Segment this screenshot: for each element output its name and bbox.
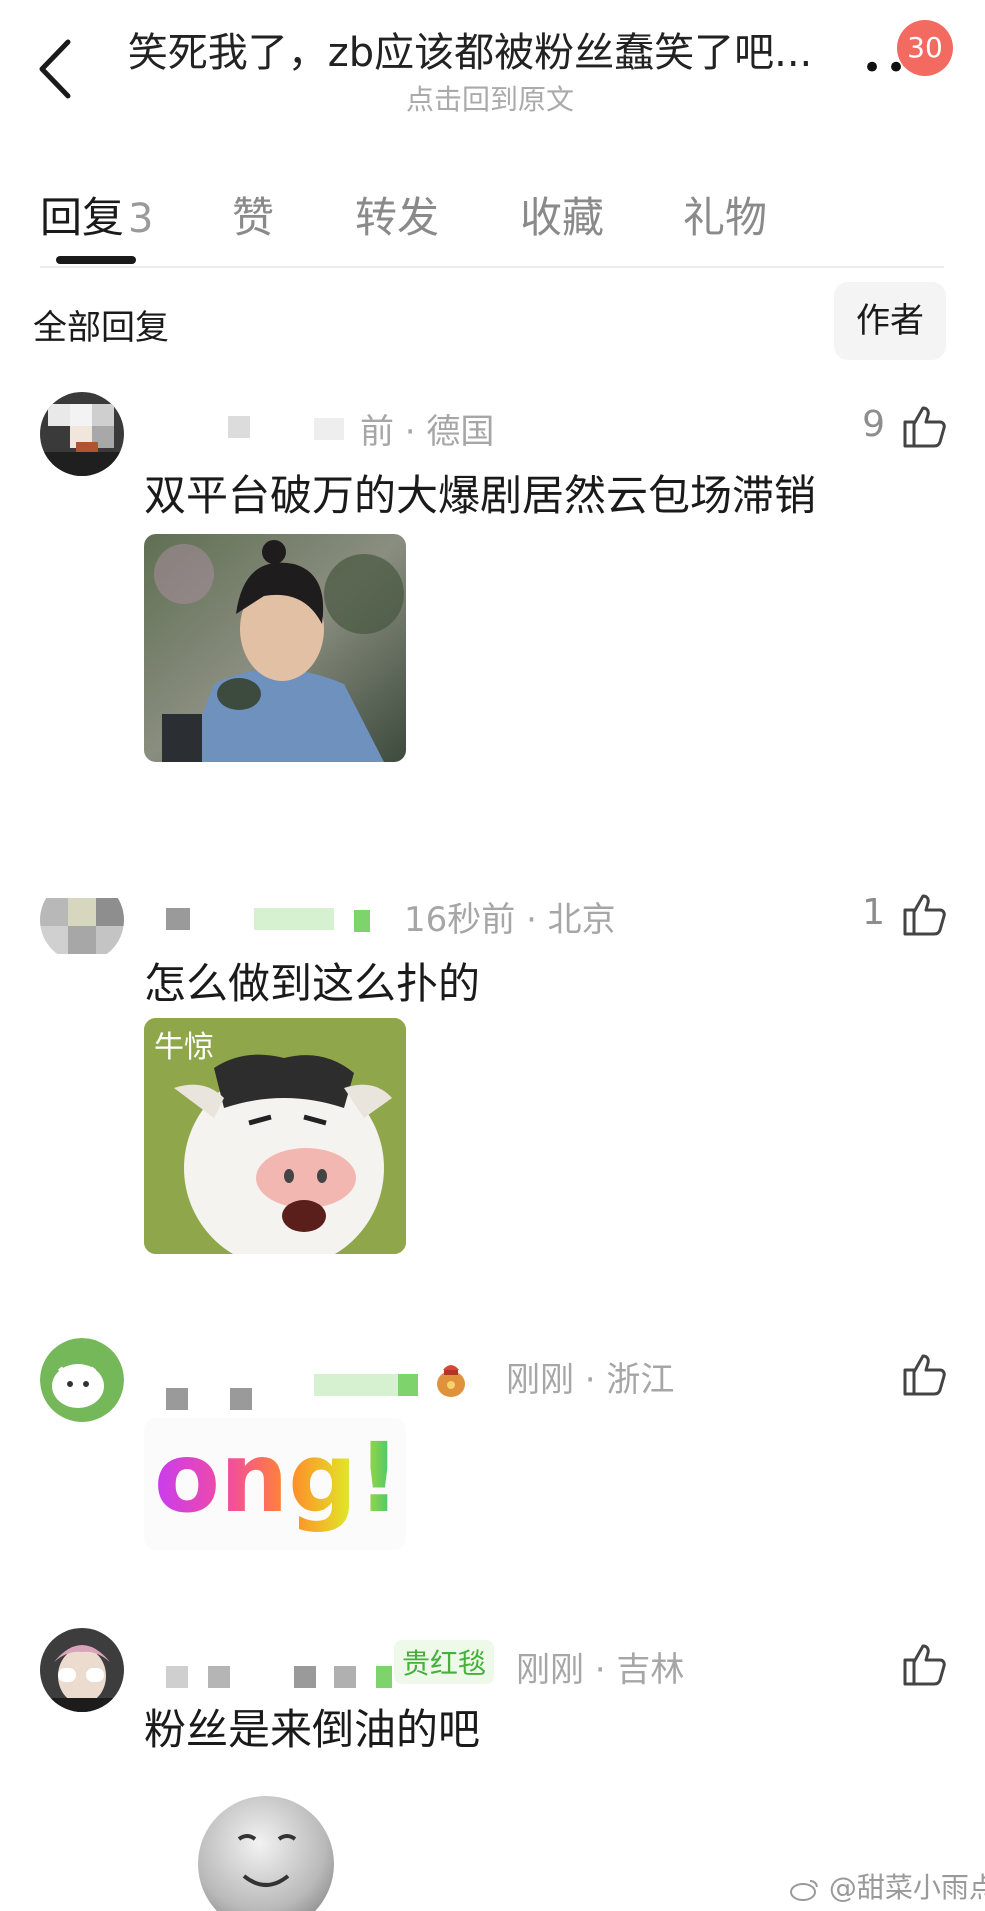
tab-replies-label: 回复 <box>40 193 125 242</box>
tab-favorites[interactable]: 收藏 <box>520 184 604 245</box>
avatar[interactable] <box>40 1338 124 1422</box>
redacted-username <box>314 418 344 440</box>
notification-badge[interactable]: 30 <box>897 20 953 76</box>
redacted-username <box>334 1666 356 1688</box>
tab-likes[interactable]: 赞 <box>232 184 274 245</box>
comment-meta: 刚刚 · 浙江 <box>506 1360 675 1400</box>
comment-text: 怎么做到这么扑的 <box>144 959 481 1008</box>
watermark-text: @甜菜小雨点 <box>828 1871 985 1904</box>
username-line[interactable] <box>144 892 404 936</box>
redacted-username <box>166 1388 188 1410</box>
top-bar: 笑死我了，zb应该都被粉丝蠢笑了吧... 点击回到原文 •• 30 <box>0 0 985 120</box>
weibo-logo-icon <box>790 1880 818 1901</box>
avatar[interactable] <box>40 392 124 476</box>
like-count: 1 <box>862 892 885 933</box>
gift-bag-icon <box>437 1365 465 1397</box>
tab-replies[interactable]: 回复 3 <box>40 184 153 245</box>
divider <box>40 266 944 268</box>
member-badge-icon <box>354 910 370 932</box>
thumbs-up-icon[interactable] <box>901 1640 949 1688</box>
tab-reposts[interactable]: 转发 <box>355 184 439 245</box>
thumbs-up-icon[interactable] <box>901 1350 949 1398</box>
like-count: 9 <box>862 404 885 445</box>
all-replies-label[interactable]: 全部回复 <box>33 300 169 349</box>
back-to-original-link[interactable]: 点击回到原文 <box>110 78 870 118</box>
thumbs-up-icon[interactable] <box>901 890 949 938</box>
redacted-username <box>166 908 190 930</box>
comment-image[interactable] <box>144 534 406 762</box>
back-arrow-icon[interactable] <box>32 34 82 104</box>
tab-gifts[interactable]: 礼物 <box>683 184 767 245</box>
thumbs-up-icon[interactable] <box>901 402 949 450</box>
image-sticker-text: ong! <box>154 1422 401 1534</box>
redacted-username <box>230 1388 252 1410</box>
redacted-username <box>208 1666 230 1688</box>
redacted-username <box>166 1666 188 1688</box>
author-filter-button[interactable]: 作者 <box>834 282 946 360</box>
post-title[interactable]: 笑死我了，zb应该都被粉丝蠢笑了吧... <box>110 20 830 78</box>
redacted-username <box>254 908 334 930</box>
comment-text: 双平台破万的大爆剧居然云包场滞销 <box>144 471 817 520</box>
like-control[interactable]: 1 <box>809 890 949 940</box>
username-line[interactable] <box>144 1352 484 1410</box>
tab-bar: 回复 3 赞 转发 收藏 礼物 <box>0 170 985 270</box>
tab-replies-count: 3 <box>128 196 154 242</box>
like-control[interactable] <box>889 1640 949 1690</box>
watermark: @甜菜小雨点 <box>790 1866 985 1906</box>
comment-meta: 16秒前 · 北京 <box>404 900 616 940</box>
like-control[interactable]: 9 <box>809 402 949 452</box>
redacted-username <box>228 416 250 438</box>
comment-image[interactable]: 牛惊 <box>144 1018 406 1254</box>
comment-image[interactable]: ong! <box>144 1418 406 1550</box>
image-caption: 牛惊 <box>154 1030 214 1065</box>
member-badge-icon <box>398 1374 418 1396</box>
like-control[interactable] <box>889 1350 949 1400</box>
comment-meta: 刚刚 · 吉林 <box>516 1650 685 1690</box>
avatar[interactable] <box>40 878 124 962</box>
member-badge-icon <box>376 1666 392 1688</box>
active-tab-indicator <box>56 256 136 264</box>
comment-text: 粉丝是来倒油的吧 <box>144 1705 481 1754</box>
redacted-username <box>294 1666 316 1688</box>
comment-meta: 前 · 德国 <box>360 412 495 452</box>
gift-tag: 贵红毯 <box>394 1640 495 1684</box>
comment-image[interactable] <box>144 1764 406 1911</box>
avatar[interactable] <box>40 1628 124 1712</box>
